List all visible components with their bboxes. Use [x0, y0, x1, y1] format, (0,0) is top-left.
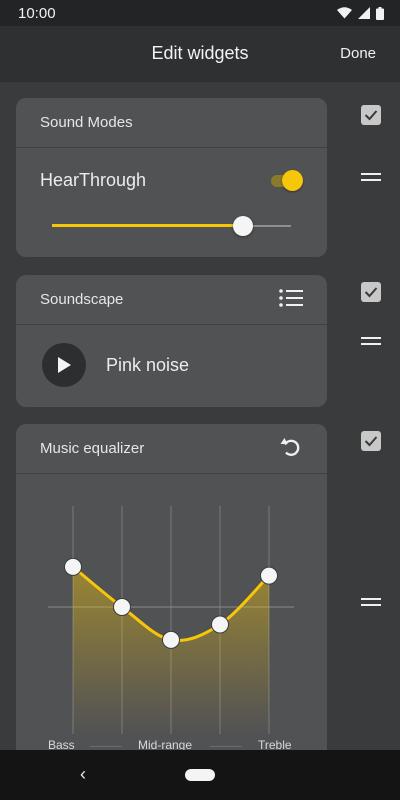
sound-modes-checkbox[interactable] — [361, 105, 381, 125]
status-bar: 10:00 — [0, 0, 400, 26]
treble-label: Treble — [258, 738, 292, 750]
ambient-level-slider[interactable] — [52, 206, 291, 246]
eq-band-handle — [211, 615, 229, 634]
eq-band-handle — [260, 566, 278, 585]
equalizer-card: Music equalizer Bass Mid-range Treble — [16, 424, 327, 750]
slider-thumb[interactable] — [233, 216, 254, 236]
equalizer-graph[interactable]: Bass Mid-range Treble — [16, 474, 327, 750]
hear-through-row: HearThrough — [16, 154, 327, 206]
slider-fill — [52, 224, 244, 227]
done-button[interactable]: Done — [340, 45, 376, 62]
sound-modes-header: Sound Modes — [16, 98, 327, 148]
eq-band-handle — [113, 598, 131, 616]
soundscape-header: Soundscape — [16, 275, 327, 325]
reset-icon[interactable] — [279, 435, 303, 463]
bass-label: Bass — [48, 738, 75, 750]
hear-through-label: HearThrough — [40, 169, 147, 190]
equalizer-checkbox[interactable] — [361, 431, 381, 451]
sound-modes-card: Sound Modes HearThrough — [16, 98, 327, 257]
check-icon — [364, 436, 378, 447]
equalizer-chart — [48, 506, 294, 734]
app-bar: Edit widgets Done — [0, 26, 400, 82]
widget-list[interactable]: Sound Modes HearThrough Soundscape Pink … — [0, 82, 400, 750]
hear-through-toggle[interactable] — [269, 169, 303, 191]
back-icon[interactable]: ‹ — [80, 764, 86, 785]
sound-modes-title: Sound Modes — [40, 114, 133, 131]
soundscape-title: Soundscape — [40, 291, 124, 308]
check-icon — [364, 110, 378, 121]
battery-icon — [376, 6, 384, 20]
play-icon — [58, 357, 71, 373]
check-icon — [364, 287, 378, 298]
status-icons — [337, 6, 384, 20]
track-name: Pink noise — [106, 354, 190, 375]
home-pill[interactable] — [185, 769, 215, 781]
signal-icon — [358, 7, 370, 19]
navigation-bar: ‹ — [0, 750, 400, 800]
toggle-thumb — [282, 170, 303, 191]
eq-band-handle — [162, 630, 180, 649]
equalizer-header: Music equalizer — [16, 424, 327, 474]
drag-handle-icon[interactable] — [361, 173, 381, 183]
drag-handle-icon[interactable] — [361, 337, 381, 347]
soundscape-player: Pink noise — [16, 325, 327, 405]
label-divider — [210, 746, 242, 747]
status-time: 10:00 — [18, 4, 56, 22]
band-labels: Bass Mid-range Treble — [16, 738, 327, 750]
equalizer-title: Music equalizer — [40, 440, 145, 457]
play-button[interactable] — [42, 343, 86, 387]
wifi-icon — [337, 7, 352, 19]
mid-range-label: Mid-range — [138, 738, 193, 750]
soundscape-checkbox[interactable] — [361, 282, 381, 302]
label-divider — [90, 746, 122, 747]
list-icon[interactable] — [279, 288, 303, 312]
eq-band-handle — [64, 557, 82, 576]
soundscape-card: Soundscape Pink noise — [16, 275, 327, 407]
drag-handle-icon[interactable] — [361, 598, 381, 608]
